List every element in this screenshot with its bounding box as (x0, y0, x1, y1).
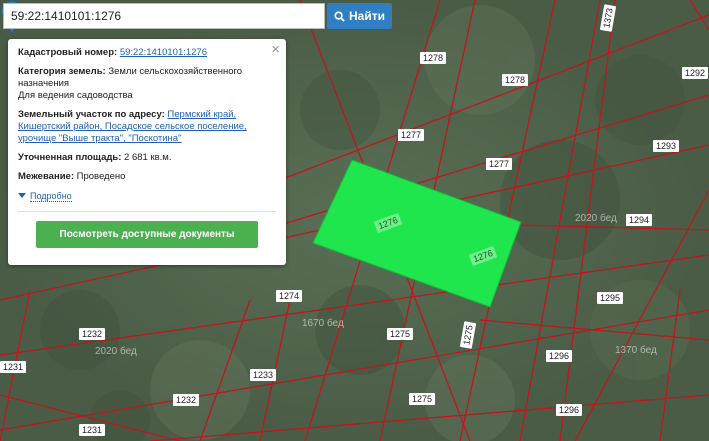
parcel-label: 1231 (0, 361, 27, 373)
search-button-label: Найти (349, 9, 385, 23)
cadastral-link[interactable]: 59:22:1410101:1276 (120, 47, 207, 58)
category-row: Категория земель: Земли сельскохозяйстве… (18, 66, 276, 102)
parcel-info-popup: × Кадастровый номер: 59:22:1410101:1276 … (8, 39, 286, 265)
survey-value: Проведено (76, 171, 126, 182)
faint-area-label: 1670 бед (302, 318, 344, 329)
address-label: Земельный участок по адресу: (18, 109, 165, 120)
parcel-label: 1232 (173, 394, 200, 406)
usage-value: Для ведения садоводства (18, 90, 133, 101)
close-icon[interactable]: × (271, 42, 280, 57)
parcel-label: 1277 (398, 129, 425, 141)
survey-row: Межевание: Проведено (18, 171, 276, 183)
view-documents-button[interactable]: Посмотреть доступные документы (36, 221, 258, 248)
divider (18, 211, 276, 212)
parcel-label: 1292 (682, 67, 709, 79)
search-input[interactable] (3, 3, 325, 29)
faint-area-label: 2020 бед (95, 346, 137, 357)
parcel-label: 1296 (556, 404, 583, 416)
faint-area-label: 1370 бед (615, 345, 657, 356)
area-value: 2 681 кв.м. (124, 152, 172, 163)
cadastral-row: Кадастровый номер: 59:22:1410101:1276 (18, 47, 276, 59)
parcel-label: 1233 (250, 369, 277, 381)
parcel-label: 1294 (626, 214, 653, 226)
parcel-label: 1277 (486, 158, 513, 170)
survey-label: Межевание: (18, 171, 74, 182)
category-label: Категория земель: (18, 66, 106, 77)
parcel-label: 1275 (409, 393, 436, 405)
cadastral-label: Кадастровый номер: (18, 47, 118, 58)
parcel-label: 1278 (502, 74, 529, 86)
details-link[interactable]: Подробно (30, 191, 72, 202)
search-button[interactable]: Найти (327, 3, 392, 29)
parcel-label: 1232 (79, 328, 106, 340)
search-icon (334, 10, 345, 22)
details-toggle[interactable]: Подробно (18, 190, 276, 203)
parcel-label: 1278 (420, 52, 447, 64)
triangle-down-icon (18, 193, 26, 198)
parcel-label: 1293 (653, 140, 680, 152)
parcel-label: 1231 (79, 424, 106, 436)
area-row: Уточненная площадь: 2 681 кв.м. (18, 152, 276, 164)
area-label: Уточненная площадь: (18, 152, 122, 163)
parcel-label: 1296 (546, 350, 573, 362)
parcel-label: 1274 (276, 290, 303, 302)
faint-area-label: 2020 бед (575, 213, 617, 224)
address-row: Земельный участок по адресу: Пермский кр… (18, 109, 276, 145)
parcel-label: 1275 (387, 328, 414, 340)
parcel-label: 1295 (597, 292, 624, 304)
